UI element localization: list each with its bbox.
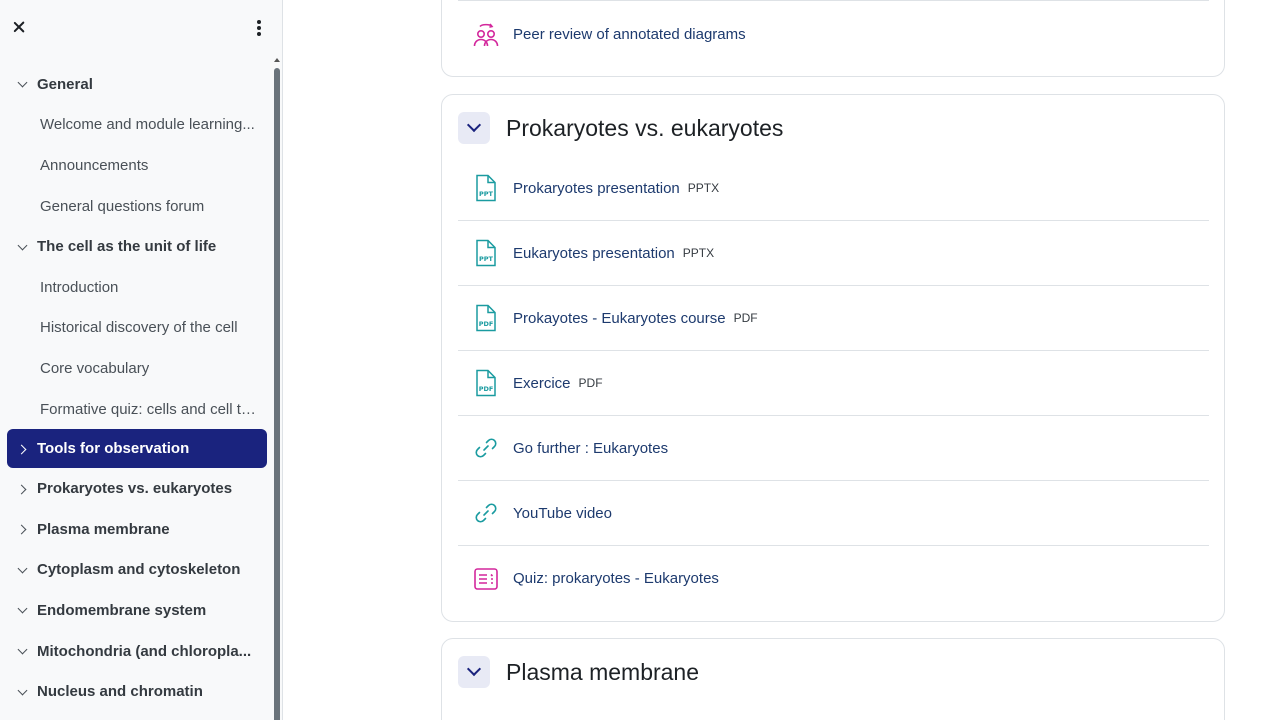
chevron-right-icon[interactable] [16,442,30,456]
pptx-file-icon: PPT [472,174,500,202]
chevron-down-icon[interactable] [16,644,30,658]
sidebar-item-label: Cytoplasm and cytoskeleton [37,561,241,579]
chevron-right-icon[interactable] [16,482,30,496]
sidebar-activity[interactable]: Announcements [0,145,270,186]
sidebar-item-label: Tools for observation [37,440,190,458]
pptx-file-icon: PPT [472,239,500,267]
collapse-section-chevron-icon[interactable] [458,112,490,144]
link-icon [472,499,500,527]
activity-file-type: PPTX [687,181,720,195]
quiz-icon [472,565,500,593]
sidebar-item-label: Mitochondria (and chloropla... [37,642,252,660]
scroll-up-arrow-icon[interactable] [274,58,280,62]
sidebar-activity[interactable]: Formative quiz: cells and cell th... [0,389,270,430]
sidebar-item-label: Nucleus and chromatin [37,683,203,701]
chevron-down-icon[interactable] [16,563,30,577]
course-index-drawer: General Welcome and module learning... Ann… [0,0,283,720]
sidebar-item-label: Historical discovery of the cell [40,319,238,337]
activity-name[interactable]: Prokayotes - Eukaryotes course [513,310,726,327]
sidebar-item-label: Plasma membrane [37,520,170,538]
sidebar-item-label: Welcome and module learning... [40,116,255,134]
sidebar-section[interactable]: Mitochondria (and chloropla... [0,631,270,672]
activity-item[interactable]: Go further : Eukaryotes [458,416,1209,481]
svg-text:PPT: PPT [479,190,494,198]
activity-item[interactable]: PPT Eukaryotes presentation PPTX [458,221,1209,286]
close-drawer-icon[interactable] [10,18,28,36]
sidebar-section[interactable]: Endomembrane system [0,590,270,631]
collapse-section-chevron-icon[interactable] [458,656,490,688]
drawer-header [0,0,282,56]
sidebar-scrollbar[interactable] [273,58,281,720]
sidebar-section[interactable]: Nucleus and chromatin [0,671,270,712]
section-header: Plasma membrane [458,655,699,689]
activity-item[interactable]: YouTube video [458,481,1209,546]
sidebar-item-label: Core vocabulary [40,359,150,377]
activity-name[interactable]: Peer review of annotated diagrams [513,26,746,43]
activity-name[interactable]: Exercice [513,375,571,392]
sidebar-activity[interactable]: Welcome and module learning... [0,105,270,146]
section-header: Prokaryotes vs. eukaryotes [458,111,783,145]
sidebar-item-label: Announcements [40,156,149,174]
pdf-file-icon: PDF [472,369,500,397]
activity-name[interactable]: Eukaryotes presentation [513,245,675,262]
svg-text:PDF: PDF [479,385,494,393]
sidebar-item-label: Prokaryotes vs. eukaryotes [37,480,233,498]
activity-file-type: PDF [733,311,758,325]
activity-item[interactable]: Peer review of annotated diagrams [458,2,1209,67]
section-title[interactable]: Prokaryotes vs. eukaryotes [506,115,783,142]
activity-item[interactable]: PPT Prokaryotes presentation PPTX [458,156,1209,221]
sidebar-item-label: General questions forum [40,197,205,215]
scrollbar-thumb[interactable] [274,68,280,720]
section-title[interactable]: Plasma membrane [506,659,699,686]
chevron-down-icon[interactable] [16,603,30,617]
activity-item[interactable]: Quiz: prokaryotes - Eukaryotes [458,546,1209,611]
activity-name[interactable]: Prokaryotes presentation [513,180,680,197]
chevron-down-icon[interactable] [16,77,30,91]
sidebar-activity[interactable]: General questions forum [0,186,270,227]
activity-item[interactable]: PDF Prokayotes - Eukaryotes course PDF [458,286,1209,351]
sidebar-item-label: Formative quiz: cells and cell th... [40,400,260,418]
sidebar-activity[interactable]: Historical discovery of the cell [0,308,270,349]
section-card-plasma-membrane: Plasma membrane [441,638,1225,720]
section-card-prokaryotes: Prokaryotes vs. eukaryotes PPT Prokaryote… [441,94,1225,622]
sidebar-section[interactable]: General [0,64,270,105]
pdf-file-icon: PDF [472,304,500,332]
more-options-icon[interactable] [250,18,268,38]
sidebar-section[interactable]: Tools for observation [7,429,267,469]
divider [458,0,1209,1]
sidebar-section[interactable]: Prokaryotes vs. eukaryotes [0,468,270,509]
sidebar-item-label: The cell as the unit of life [37,238,217,256]
activity-file-type: PDF [578,376,603,390]
workshop-icon [472,21,500,49]
sidebar-item-label: Introduction [40,278,119,296]
sidebar-section[interactable]: Plasma membrane [0,509,270,550]
sidebar-item-label: General [37,75,93,93]
chevron-down-icon[interactable] [16,685,30,699]
svg-text:PPT: PPT [479,255,494,263]
sidebar-section[interactable]: The cell as the unit of life [0,226,270,267]
activity-name[interactable]: Quiz: prokaryotes - Eukaryotes [513,570,719,587]
activity-name[interactable]: Go further : Eukaryotes [513,440,668,457]
activity-item[interactable]: PDF Exercice PDF [458,351,1209,416]
sidebar-item-label: Endomembrane system [37,601,207,619]
sidebar-section[interactable]: Cytoplasm and cytoskeleton [0,550,270,591]
chevron-down-icon[interactable] [16,240,30,254]
activity-name[interactable]: YouTube video [513,505,612,522]
sidebar-activity[interactable]: Introduction [0,267,270,308]
section-card-previous: Peer review of annotated diagrams [441,0,1225,77]
course-index: General Welcome and module learning... Ann… [0,64,270,712]
link-icon [472,434,500,462]
activity-file-type: PPTX [682,246,715,260]
sidebar-activity[interactable]: Core vocabulary [0,348,270,389]
chevron-right-icon[interactable] [16,522,30,536]
svg-text:PDF: PDF [479,320,494,328]
